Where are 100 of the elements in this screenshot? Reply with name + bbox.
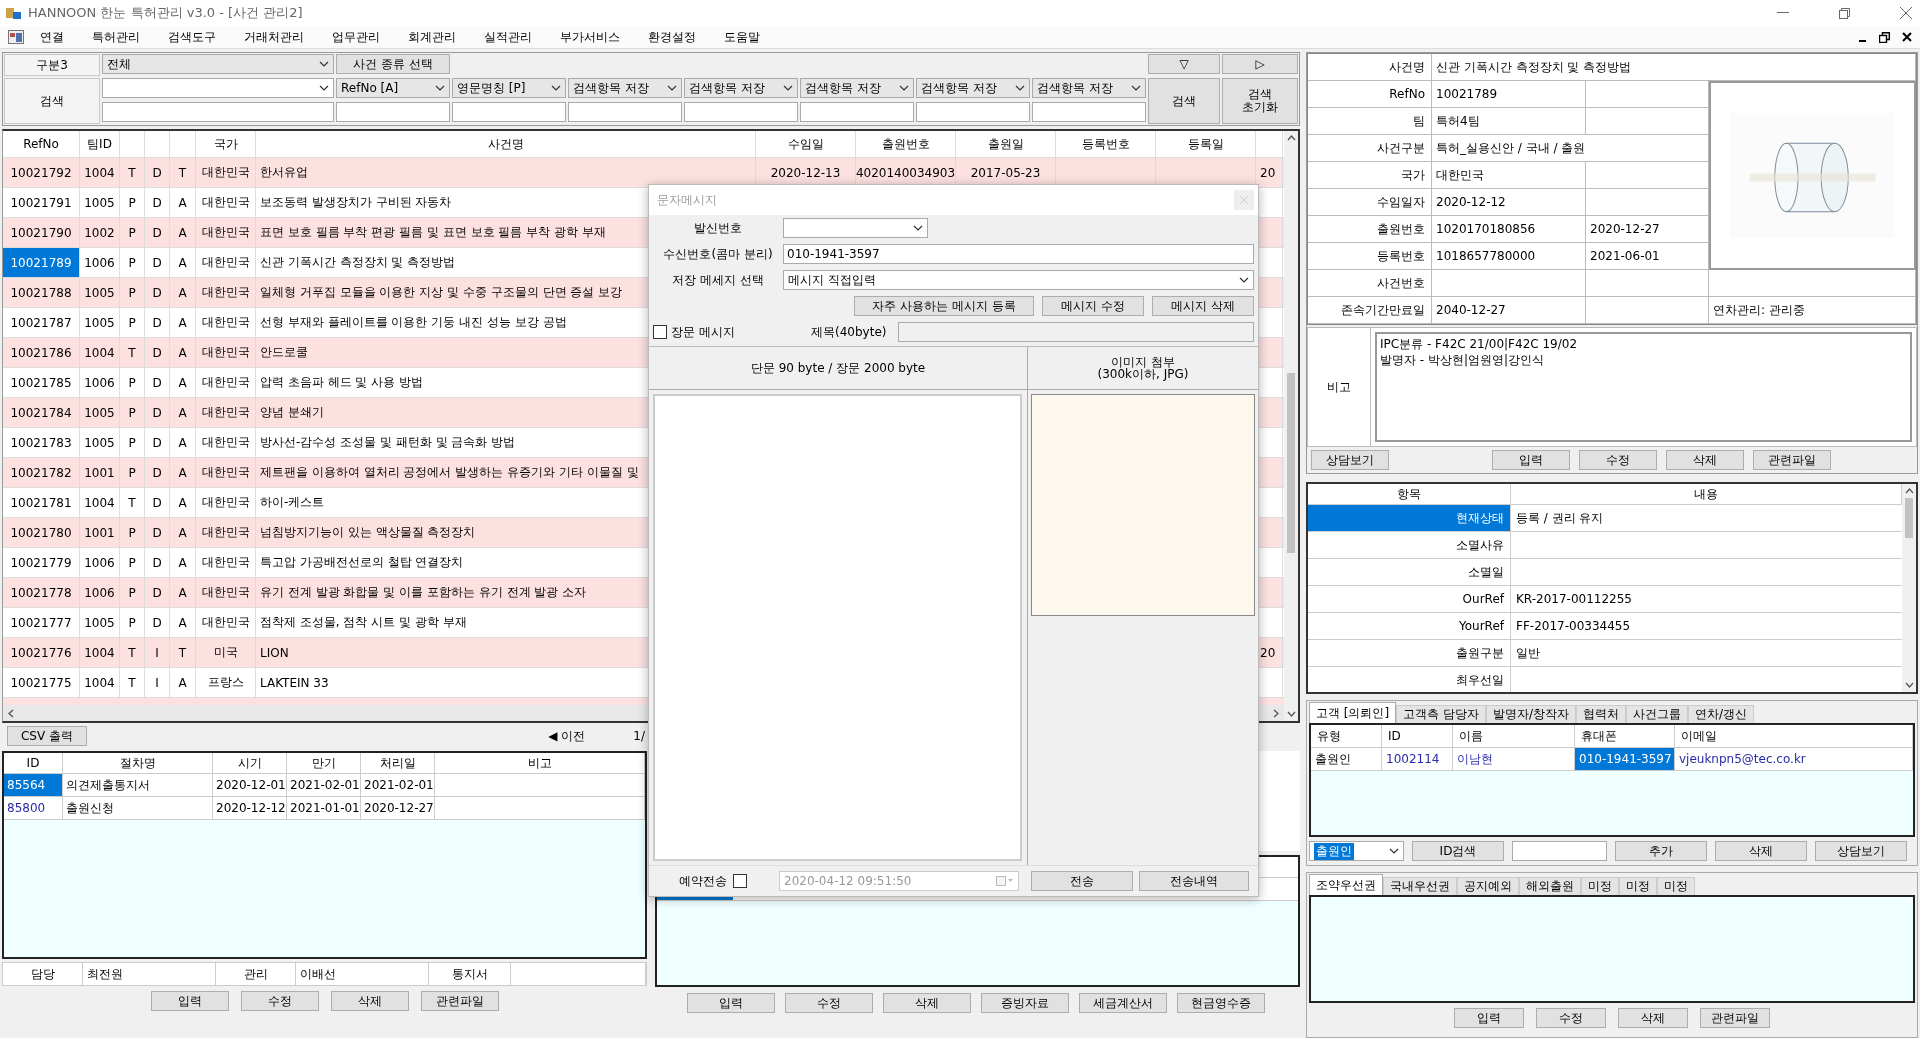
action-button[interactable]: 관련파일 <box>420 991 499 1011</box>
vertical-scrollbar[interactable] <box>1902 484 1916 692</box>
action-button[interactable]: 입력 <box>687 993 775 1013</box>
search-field[interactable] <box>916 102 1030 122</box>
table-cell[interactable]: 10021777 <box>3 608 80 637</box>
table-cell[interactable]: 10021792 <box>3 158 80 187</box>
search-option-dropdown[interactable]: RefNo [A] <box>336 78 450 98</box>
csv-export-button[interactable]: CSV 출력 <box>7 726 87 746</box>
restore-icon[interactable] <box>1879 31 1890 43</box>
table-row[interactable]: 10021792 1004 T D T 대한민국 한서유업 2020-12-13 4020140034903 2017-05-23 20 <box>3 158 1284 188</box>
table-cell[interactable]: 10021783 <box>3 428 80 457</box>
search-option-dropdown[interactable]: 검색항목 저장 <box>568 78 682 98</box>
scrollbar-thumb[interactable] <box>1287 373 1295 553</box>
action-button[interactable]: 관련파일 <box>1700 1008 1770 1028</box>
subject-field[interactable] <box>898 322 1254 342</box>
table-cell[interactable]: 10021779 <box>3 548 80 577</box>
search-option-dropdown[interactable]: 검색항목 저장 <box>916 78 1030 98</box>
action-button[interactable]: 현금영수증 <box>1177 993 1265 1013</box>
case-type-button[interactable]: 사건 종류 선택 <box>336 54 450 74</box>
collapse-button[interactable]: ▽ <box>1148 54 1220 74</box>
table-cell[interactable]: 10021789 <box>3 248 80 277</box>
table-cell[interactable]: 10021788 <box>3 278 80 307</box>
table-cell[interactable]: 10021791 <box>3 188 80 217</box>
menu-item[interactable]: 업무관리 <box>316 28 392 46</box>
action-button[interactable]: 추가 <box>1615 841 1707 861</box>
action-button[interactable]: 삭제 <box>883 993 971 1013</box>
scroll-down-icon[interactable] <box>1286 711 1296 717</box>
document-icon[interactable] <box>8 30 24 44</box>
scroll-down-icon[interactable] <box>1904 682 1914 688</box>
column-header[interactable]: ID <box>4 753 63 773</box>
search-field[interactable] <box>568 102 682 122</box>
search-option-dropdown[interactable]: 영문명칭 [P] <box>452 78 566 98</box>
table-cell[interactable]: 출원구분 <box>1308 640 1511 666</box>
column-header[interactable]: 등록번호 <box>1056 131 1156 157</box>
column-header[interactable]: 등록일 <box>1156 131 1256 157</box>
table-cell[interactable]: 소멸일 <box>1308 559 1511 585</box>
action-button[interactable]: 삭제 <box>1666 450 1744 470</box>
send-button[interactable]: 전송 <box>1031 871 1133 891</box>
table-cell[interactable]: OurRef <box>1308 586 1511 612</box>
tab[interactable]: 조약우선권 <box>1309 874 1383 895</box>
consult-button[interactable]: 상담보기 <box>1311 450 1389 470</box>
table-cell[interactable]: YourRef <box>1308 613 1511 639</box>
recipient-field[interactable]: 010-1941-3597 <box>783 244 1254 264</box>
menu-item[interactable]: 도움말 <box>708 28 772 46</box>
action-button[interactable]: 수정 <box>785 993 873 1013</box>
action-button[interactable]: 삭제 <box>1618 1008 1688 1028</box>
table-cell[interactable]: 10021780 <box>3 518 80 547</box>
tab[interactable]: 미정 <box>1619 877 1657 895</box>
saved-message-dropdown[interactable]: 메시지 직접입력 <box>783 270 1254 290</box>
search-option-dropdown[interactable]: 검색항목 저장 <box>800 78 914 98</box>
register-message-button[interactable]: 자주 사용하는 메시지 등록 <box>854 296 1034 316</box>
action-button[interactable]: 세금계산서 <box>1079 993 1167 1013</box>
table-cell[interactable]: 현재상태 <box>1308 505 1511 531</box>
table-cell[interactable]: 10021781 <box>3 488 80 517</box>
action-button[interactable]: 관련파일 <box>1753 450 1831 470</box>
column-header[interactable]: 팀ID <box>80 131 120 157</box>
table-cell[interactable]: 10021787 <box>3 308 80 337</box>
checkbox[interactable] <box>653 325 667 339</box>
column-header[interactable]: 출원일 <box>956 131 1056 157</box>
menu-item[interactable]: 회계관리 <box>392 28 468 46</box>
tab[interactable]: 연차/갱신 <box>1688 705 1755 723</box>
table-cell[interactable]: 10021786 <box>3 338 80 367</box>
scroll-up-icon[interactable] <box>1286 135 1296 141</box>
action-button[interactable]: 증빙자료 <box>981 993 1069 1013</box>
table-cell[interactable]: 010-1941-3597 <box>1575 748 1675 770</box>
table-cell[interactable]: 85564 <box>4 774 63 796</box>
table-cell[interactable]: 10021776 <box>3 638 80 667</box>
send-history-button[interactable]: 전송내역 <box>1139 871 1249 891</box>
search-dropdown[interactable] <box>102 78 334 98</box>
text-field[interactable] <box>1512 841 1607 861</box>
table-cell[interactable]: 최우선일 <box>1308 667 1511 692</box>
table-cell[interactable]: 10021784 <box>3 398 80 427</box>
action-button[interactable]: 입력 <box>150 991 229 1011</box>
close-icon[interactable] <box>1902 32 1912 42</box>
menu-item[interactable]: 연결 <box>24 28 76 46</box>
menu-item[interactable]: 부가서비스 <box>544 28 632 46</box>
tab[interactable]: 발명자/창작자 <box>1486 705 1577 723</box>
tab[interactable]: 국내우선권 <box>1383 877 1457 895</box>
column-header[interactable]: 비고 <box>435 753 645 773</box>
close-button[interactable] <box>1234 190 1254 210</box>
action-button[interactable]: 입력 <box>1454 1008 1524 1028</box>
table-cell[interactable]: 10021775 <box>3 668 80 697</box>
reset-search-button[interactable]: 검색 초기화 <box>1222 78 1298 124</box>
search-field[interactable] <box>800 102 914 122</box>
tab[interactable]: 공지예외 <box>1457 877 1519 895</box>
menu-item[interactable]: 거래처관리 <box>228 28 316 46</box>
menu-item[interactable]: 환경설정 <box>632 28 708 46</box>
delete-message-button[interactable]: 메시지 삭제 <box>1152 296 1254 316</box>
remark-field[interactable]: IPC분류 - F42C 21/00|F42C 19/02 발명자 - 박상현|엄원영|강인식 <box>1375 332 1912 442</box>
search-option-dropdown[interactable]: 검색항목 저장 <box>1032 78 1146 98</box>
action-button[interactable]: 삭제 <box>1715 841 1807 861</box>
next-button[interactable]: ▷ <box>1222 54 1298 74</box>
tab[interactable]: 고객 [의뢰인] <box>1309 702 1397 723</box>
table-cell[interactable]: 10021785 <box>3 368 80 397</box>
table-cell[interactable]: 85800 <box>4 797 63 819</box>
table-cell[interactable]: 소멸사유 <box>1308 532 1511 558</box>
scroll-up-icon[interactable] <box>1904 488 1914 494</box>
scroll-right-icon[interactable] <box>1273 708 1279 718</box>
menu-item[interactable]: 특허관리 <box>76 28 152 46</box>
message-field[interactable] <box>653 394 1022 861</box>
